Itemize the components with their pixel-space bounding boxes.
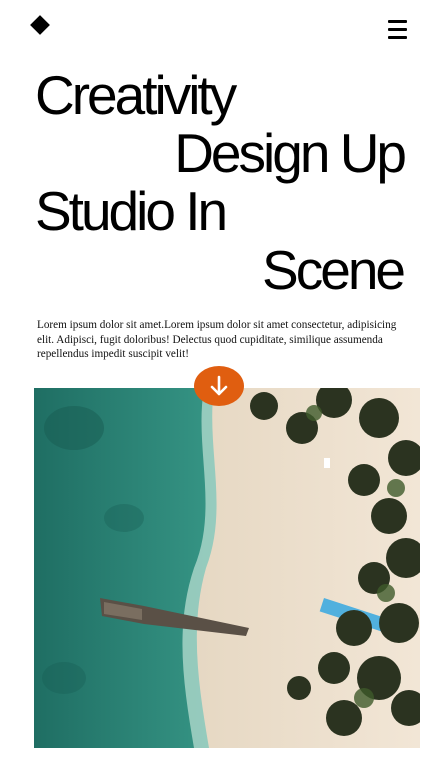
intro-paragraph: Lorem ipsum dolor sit amet.Lorem ipsum d…	[37, 319, 397, 360]
headline-line-1: Creativity	[35, 64, 237, 126]
scroll-down-button[interactable]	[194, 366, 244, 406]
headline-line-2: Design Up	[174, 122, 407, 184]
diamond-icon[interactable]	[30, 15, 50, 35]
arrow-down-icon	[210, 375, 228, 396]
menu-bar	[388, 36, 407, 39]
headline-line-4: Scene	[262, 239, 406, 301]
aerial-beach-illustration	[34, 388, 420, 748]
menu-bar	[388, 20, 407, 23]
hero-image	[34, 388, 420, 748]
hamburger-menu-icon[interactable]	[388, 20, 407, 39]
headline-line-3: Studio In	[35, 180, 228, 242]
menu-bar	[388, 28, 407, 31]
